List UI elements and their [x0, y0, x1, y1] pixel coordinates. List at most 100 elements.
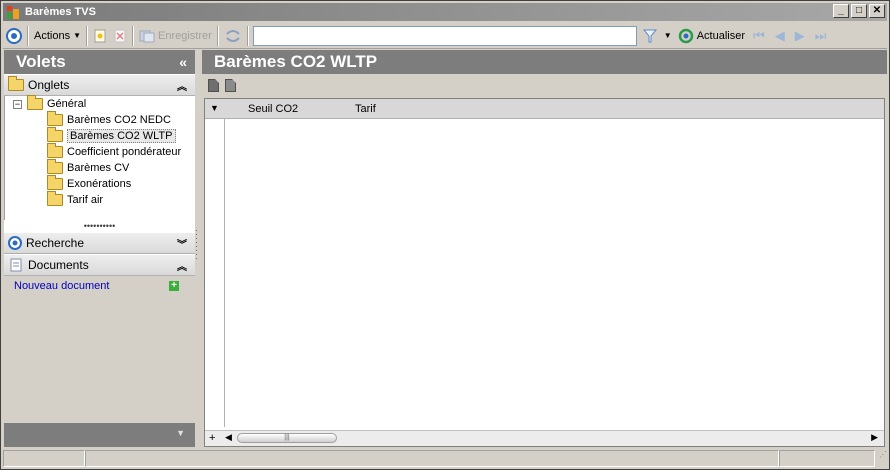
tree-node-label: Coefficient pondérateur — [67, 146, 182, 158]
minimize-button[interactable]: _ — [833, 4, 849, 18]
column-chooser-icon[interactable]: ▼ — [210, 103, 219, 113]
tree-node-label: Exonérations — [67, 178, 132, 190]
search-input[interactable] — [252, 25, 637, 46]
status-bar: ⋰ — [3, 450, 887, 467]
tree-node-coefficient-ponderateur[interactable]: Coefficient pondérateur — [47, 143, 182, 160]
main-toolbar: Actions ▼ Enregistrer ▼ Actualiser ⏮ ◀ ▶… — [3, 23, 887, 49]
chevron-down-icon[interactable]: ▼ — [176, 428, 185, 438]
main-panel: Barèmes CO2 WLTP ▼ Seuil CO2 Tarif + ◀ |… — [202, 50, 887, 447]
collapse-section-icon[interactable]: ︽ — [177, 258, 187, 273]
sync-button[interactable] — [221, 25, 245, 47]
maximize-button[interactable]: □ — [851, 4, 867, 18]
grid-toolbar — [202, 74, 887, 96]
add-row-icon[interactable]: + — [209, 432, 215, 444]
app-icon — [5, 4, 21, 20]
dropdown-arrow-icon: ▼ — [73, 31, 81, 40]
expand-section-icon[interactable]: ︾ — [177, 236, 187, 251]
window-title: Barèmes TVS — [25, 6, 96, 18]
refresh-icon — [678, 28, 693, 43]
tree-node-baremes-co2-wltp[interactable]: Barèmes CO2 WLTP — [47, 127, 176, 144]
grid-header: ▼ Seuil CO2 Tarif — [205, 99, 884, 119]
folder-icon — [47, 143, 63, 158]
data-grid: ▼ Seuil CO2 Tarif + ◀ ||| ▶ — [204, 98, 885, 447]
vertical-splitter[interactable]: · · · · · · · · — [195, 227, 199, 269]
main-header: Barèmes CO2 WLTP — [202, 50, 887, 74]
status-cell — [3, 450, 85, 467]
tree-node-label: Barèmes CO2 WLTP — [67, 129, 176, 143]
recherche-label: Recherche — [26, 236, 85, 250]
collapse-section-icon[interactable]: ︽ — [177, 78, 187, 93]
add-icon[interactable]: + — [169, 281, 179, 291]
actions-label: Actions — [34, 29, 71, 42]
toolbar-separator — [216, 25, 219, 46]
folder-icon — [27, 95, 43, 110]
first-record-icon[interactable]: ⏮ — [753, 28, 765, 44]
save-label: Enregistrer — [158, 29, 212, 42]
tree-node-label: Tarif air — [67, 194, 104, 206]
column-header-seuil-co2[interactable]: Seuil CO2 — [248, 103, 298, 115]
folder-icon — [47, 111, 63, 126]
last-record-icon[interactable]: ⏭ — [815, 28, 827, 44]
app-window: Barèmes TVS _ □ ✕ Actions ▼ Enregistrer — [0, 0, 890, 470]
dropdown-arrow-icon: ▼ — [663, 31, 672, 40]
panel-footer: ▼ — [4, 423, 195, 447]
scroll-right-icon[interactable]: ▶ — [871, 432, 878, 443]
toolbar-separator — [27, 25, 29, 46]
new-record-button[interactable] — [90, 25, 110, 47]
tree-node-label: Barèmes CV — [67, 162, 130, 174]
folder-icon — [47, 191, 63, 206]
new-document-row: Nouveau document + — [4, 276, 195, 296]
toolbar-separator — [246, 25, 249, 46]
volets-header: Volets « — [4, 50, 195, 74]
target-icon — [8, 236, 22, 250]
new-row-icon[interactable] — [208, 78, 219, 92]
tree-node-exonerations[interactable]: Exonérations — [47, 175, 132, 192]
folder-open-icon — [47, 127, 63, 142]
tree-node-baremes-cv[interactable]: Barèmes CV — [47, 159, 130, 176]
scrollbar-thumb[interactable]: ||| — [237, 433, 337, 443]
delete-record-button[interactable] — [110, 25, 130, 47]
refresh-label: Actualiser — [696, 29, 746, 42]
filter-button[interactable] — [639, 25, 661, 47]
recherche-section-header[interactable]: Recherche ︾ — [4, 232, 195, 254]
tree-node-baremes-co2-nedc[interactable]: Barèmes CO2 NEDC — [47, 111, 171, 128]
edit-row-icon[interactable] — [225, 78, 236, 92]
tree-node-general[interactable]: Général — [27, 95, 87, 112]
status-cell — [85, 450, 779, 467]
toolbar-separator — [132, 25, 134, 46]
tree-node-tarif-air[interactable]: Tarif air — [47, 191, 104, 208]
tree-expander-icon[interactable]: − — [13, 100, 22, 109]
status-cell — [779, 450, 875, 467]
collapse-panel-icon[interactable]: « — [179, 54, 187, 70]
onglets-section-header[interactable]: Onglets ︽ — [4, 74, 195, 96]
onglets-label: Onglets — [28, 78, 70, 92]
resize-grip-icon[interactable]: ⋰ — [875, 450, 887, 467]
column-header-tarif[interactable]: Tarif — [355, 103, 376, 115]
previous-record-icon[interactable]: ◀ — [775, 28, 785, 44]
folder-icon — [8, 76, 24, 91]
volets-panel: Volets « Onglets ︽ − Général Barèmes CO2… — [4, 50, 195, 447]
save-icon — [139, 30, 155, 42]
horizontal-scrollbar[interactable]: + ◀ ||| ▶ — [205, 430, 884, 446]
documents-section-header[interactable]: Documents ︽ — [4, 254, 195, 276]
actions-menu[interactable]: Actions ▼ — [31, 25, 84, 47]
section-splitter[interactable]: •••••••••• — [4, 220, 195, 232]
document-icon — [10, 258, 22, 272]
target-icon[interactable] — [3, 25, 25, 47]
close-button[interactable]: ✕ — [869, 4, 885, 18]
next-record-icon[interactable]: ▶ — [795, 28, 805, 44]
scroll-left-icon[interactable]: ◀ — [225, 432, 232, 443]
sync-icon — [226, 29, 240, 42]
tree-node-label: Général — [47, 98, 87, 110]
row-indicator-column — [205, 119, 225, 427]
tree-view: − Général Barèmes CO2 NEDC Barèmes CO2 W… — [4, 95, 195, 220]
filter-dropdown[interactable]: ▼ — [661, 25, 675, 47]
save-button[interactable]: Enregistrer — [136, 25, 215, 47]
new-document-icon — [94, 29, 106, 42]
filter-icon — [642, 29, 657, 42]
new-document-link[interactable]: Nouveau document — [14, 280, 109, 292]
documents-label: Documents — [28, 258, 89, 272]
title-bar[interactable]: Barèmes TVS _ □ ✕ — [3, 3, 887, 21]
refresh-button[interactable]: Actualiser — [675, 25, 748, 47]
toolbar-separator — [86, 25, 88, 46]
